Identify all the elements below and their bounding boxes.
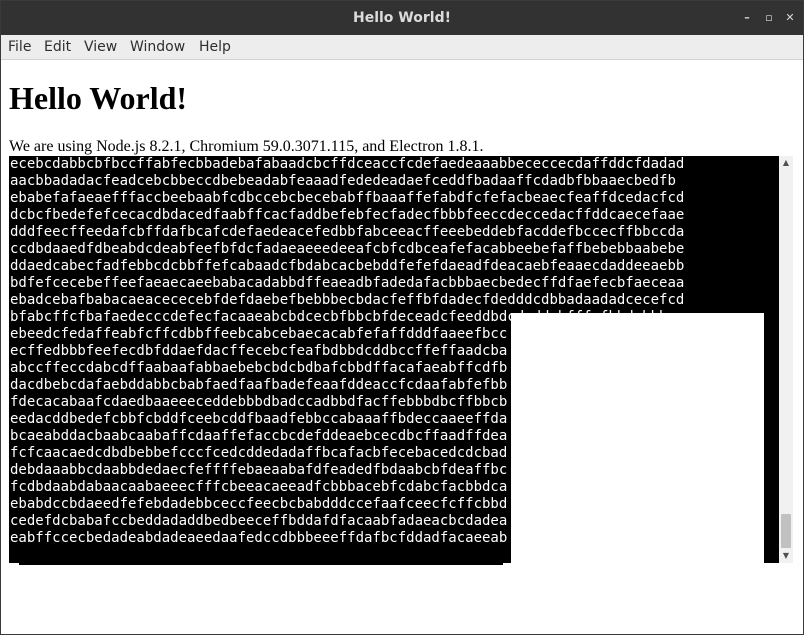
window-title: Hello World! — [353, 10, 451, 26]
text-line: cedefdcbabafccbeddadaddbedbeeceffbddafdf… — [10, 513, 508, 529]
text-line: dddfeecffeedafcbffdafbcafcdefaedeacefedb… — [10, 224, 685, 240]
minimize-icon[interactable]: – — [739, 10, 755, 26]
page-title: Hello World! — [9, 80, 188, 116]
app-window: Hello World! – ▫ ✕ File Edit View Window… — [0, 0, 804, 635]
scroll-down-icon[interactable]: ▼ — [779, 549, 793, 563]
menu-window[interactable]: Window — [130, 35, 185, 59]
vertical-scrollbar[interactable]: ▲ ▼ — [779, 156, 793, 563]
text-line: debdaaabbcdaabbdedaecfeffffebaeaabafdfea… — [10, 462, 508, 478]
title-bar[interactable]: Hello World! – ▫ ✕ — [1, 1, 803, 35]
restore-icon[interactable]: ▫ — [761, 10, 777, 26]
text-line: fcdbdaabdabaacaabaeeecfffcbeeacaeeadfcbb… — [10, 479, 508, 495]
page-content: Hello World! We are using Node.js 8.2.1,… — [1, 60, 803, 634]
menu-help[interactable]: Help — [199, 35, 231, 59]
text-line: abccffeccdabcdffaabaafabbaebebcbdcbdbafc… — [10, 360, 508, 376]
text-area-bottom-strip — [19, 547, 503, 565]
text-line: ebadcebafbabacaeacececebfdefdaebefbebbbe… — [10, 292, 685, 308]
text-line: dcbcfbedefefcecacdbdacedfaabffcacfaddbef… — [10, 207, 685, 223]
text-line: ddaedcabecfadfebbcdcbbffefcabaadcfbdabca… — [10, 258, 685, 274]
scroll-up-icon[interactable]: ▲ — [779, 156, 793, 170]
text-line: ecebcdabbcbfbccffabfecbbadebafabaadcbcff… — [10, 156, 685, 172]
version-info: We are using Node.js 8.2.1, Chromium 59.… — [9, 138, 484, 155]
menu-view[interactable]: View — [84, 35, 117, 59]
menu-file[interactable]: File — [8, 35, 31, 59]
text-line: eedacddbedefcbbfcbddfceebcddfbaadfebbcca… — [10, 411, 508, 427]
close-icon[interactable]: ✕ — [782, 10, 798, 26]
text-line: aacbbadadacfeadcebcbbeccdbebeadabfeaaadf… — [10, 173, 676, 189]
text-line: dacdbebcdafaebddabbcbabfaedfaafbadefeaaf… — [10, 377, 508, 393]
text-line: eabffccecbedadeabdadeaeedaafedccdbbbeeef… — [10, 530, 508, 546]
text-line: fdecacabaafcdaedbaaeeeceddebbbdbadccadbb… — [10, 394, 508, 410]
text-line: fcfcaacaedcdbdbebbefcccfcedcddedadaffbca… — [10, 445, 508, 461]
blank-overlay — [511, 313, 764, 563]
text-line: bcaeabddacbaabcaabaffcdaaffefaccbcdefdde… — [10, 428, 508, 444]
text-line: ebabdccbdaeedfefebdadebbceccfeecbcbabddd… — [10, 496, 508, 512]
menu-edit[interactable]: Edit — [44, 35, 71, 59]
text-line: bdfefcecebeffeefaeaecaeebabacadabbdffeae… — [10, 275, 685, 291]
text-line: ccdbdaaedfdbeabdcdeabfeefbfdcfadaeaeeede… — [10, 241, 685, 257]
scroll-thumb[interactable] — [781, 514, 791, 548]
text-area[interactable]: ecebcdabbcbfbccffabfecbbadebafabaadcbcff… — [9, 156, 779, 563]
text-line: ecffedbbbfeefecdbfddaefdacffecebcfeafbdb… — [10, 343, 508, 359]
text-line: ebeedcfedaffeabfcffcdbbffeebcabcebaecaca… — [10, 326, 508, 342]
menu-bar: File Edit View Window Help — [1, 35, 803, 60]
text-line: ebabefafaeaefffaccbeebaabfcdbccebcbeceba… — [10, 190, 685, 206]
